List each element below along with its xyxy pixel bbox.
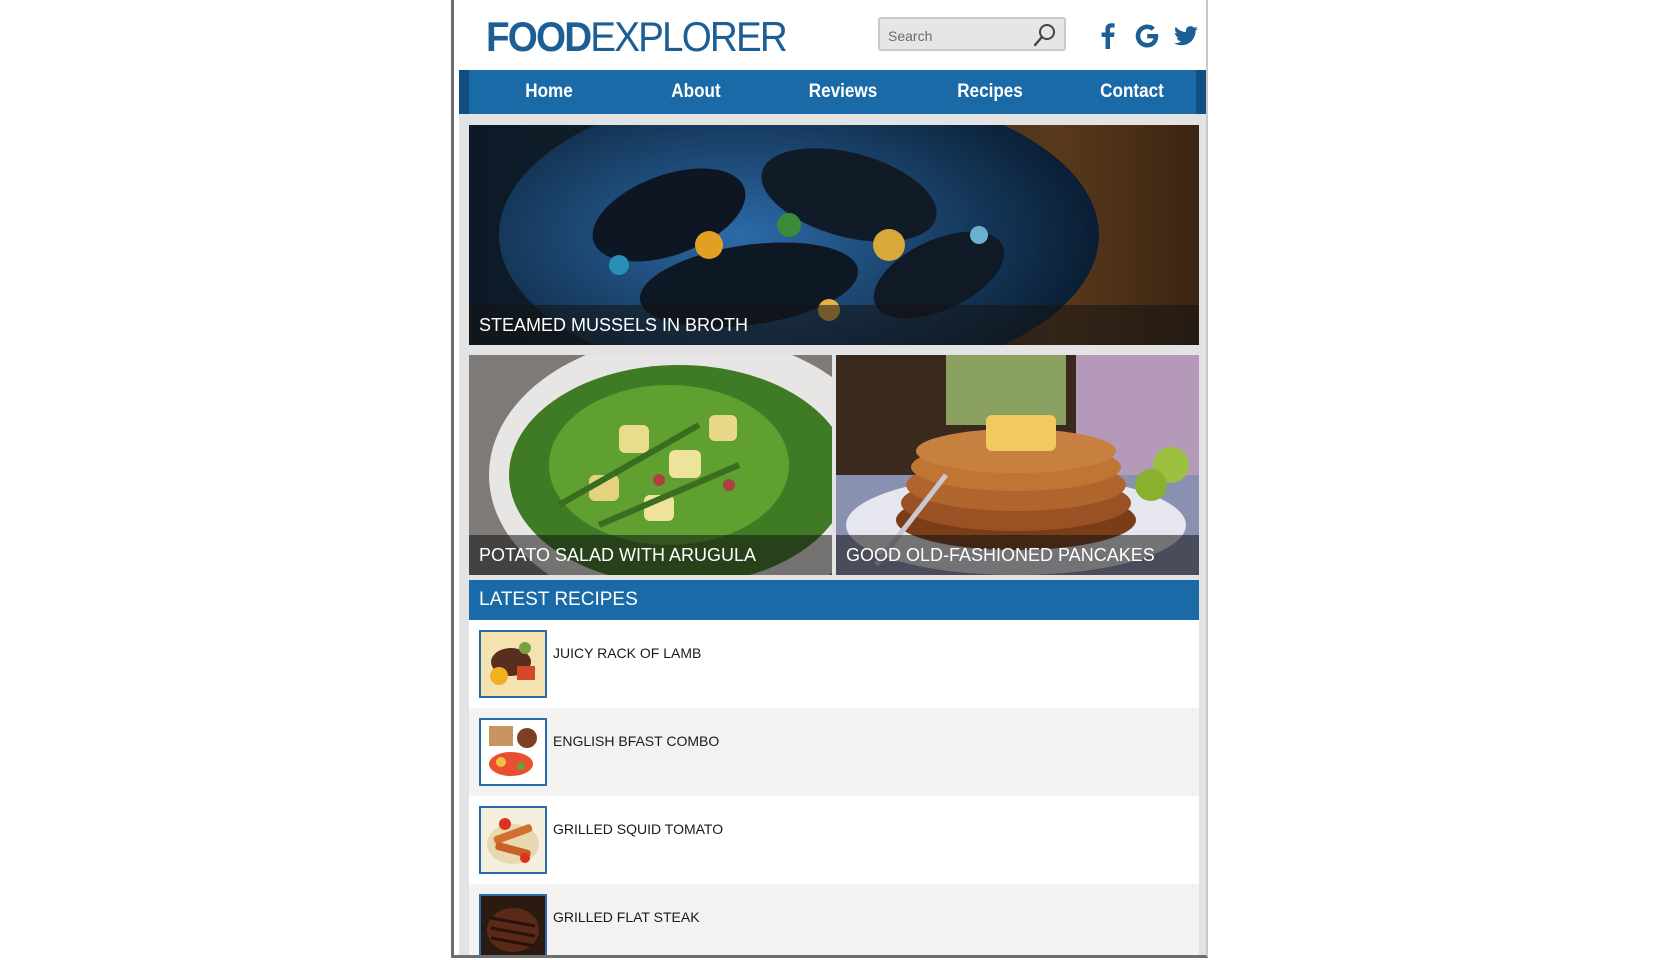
recipe-thumbnail	[479, 806, 547, 874]
recipe-thumbnail	[479, 718, 547, 786]
nav-about[interactable]: About	[633, 70, 759, 114]
nav-contact[interactable]: Contact	[1074, 70, 1191, 114]
list-item[interactable]: JUICY RACK OF LAMB	[469, 620, 1199, 708]
feature-mussels[interactable]: STEAMED MUSSELS IN BROTH	[469, 125, 1199, 345]
main-content: STEAMED MUSSELS IN BROTH POTATO SALAD WI…	[459, 114, 1206, 955]
site-logo[interactable]: FOODEXPLORER	[486, 13, 788, 60]
google-icon[interactable]	[1133, 22, 1161, 50]
nav-home[interactable]: Home	[486, 70, 612, 114]
recipe-title: ENGLISH BFAST COMBO	[553, 733, 720, 749]
twitter-icon[interactable]	[1172, 22, 1200, 50]
page-frame: FOODEXPLORER Home About Reviews Recipes …	[451, 0, 1208, 958]
logo-bold: FOOD	[486, 13, 592, 60]
recipe-thumbnail	[479, 630, 547, 698]
list-item[interactable]: ENGLISH BFAST COMBO	[469, 708, 1199, 796]
feature-caption: GOOD OLD-FASHIONED PANCAKES	[836, 535, 1199, 575]
list-item[interactable]: GRILLED SQUID TOMATO	[469, 796, 1199, 884]
feature-caption: STEAMED MUSSELS IN BROTH	[469, 305, 1199, 345]
recipe-title: GRILLED SQUID TOMATO	[553, 821, 724, 837]
latest-recipes-list: JUICY RACK OF LAMB ENGLISH BFAST COMBO G…	[469, 620, 1199, 955]
feature-potato-salad[interactable]: POTATO SALAD WITH ARUGULA	[469, 355, 832, 575]
facebook-icon[interactable]	[1094, 22, 1122, 50]
search-icon[interactable]	[1032, 22, 1058, 48]
latest-recipes-heading: LATEST RECIPES	[469, 580, 1199, 620]
logo-light: EXPLORER	[590, 13, 788, 60]
list-item[interactable]: GRILLED FLAT STEAK	[469, 884, 1199, 955]
search-input[interactable]	[886, 24, 1030, 48]
search-box	[878, 17, 1066, 51]
nav-recipes[interactable]: Recipes	[927, 70, 1053, 114]
recipe-title: GRILLED FLAT STEAK	[553, 909, 700, 925]
nav-reviews[interactable]: Reviews	[780, 70, 906, 114]
main-nav: Home About Reviews Recipes Contact	[459, 70, 1206, 114]
site-header: FOODEXPLORER	[454, 0, 1206, 70]
recipe-title: JUICY RACK OF LAMB	[553, 645, 702, 661]
recipe-thumbnail	[479, 894, 547, 955]
feature-caption: POTATO SALAD WITH ARUGULA	[469, 535, 832, 575]
feature-pancakes[interactable]: GOOD OLD-FASHIONED PANCAKES	[836, 355, 1199, 575]
